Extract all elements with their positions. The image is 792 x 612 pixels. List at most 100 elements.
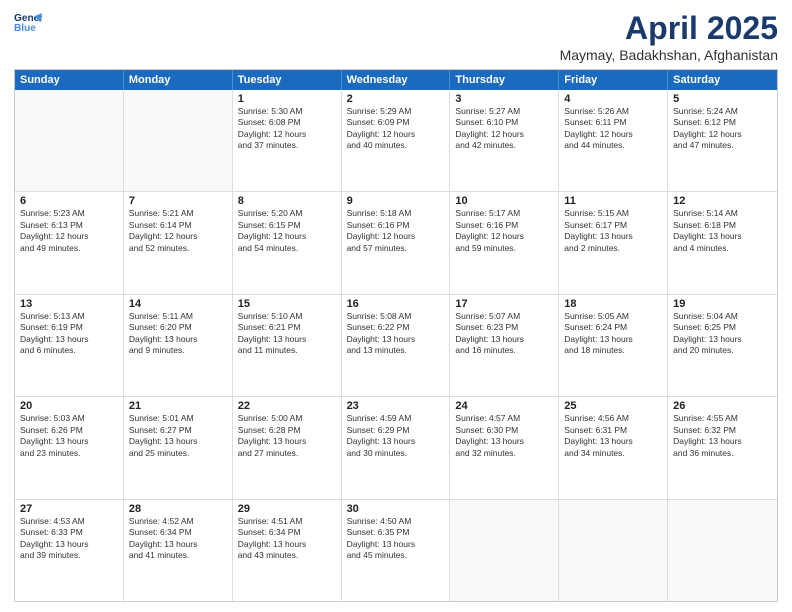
day-number: 27 <box>20 503 118 515</box>
day-number: 18 <box>564 298 662 310</box>
day-info: Sunrise: 5:00 AM Sunset: 6:28 PM Dayligh… <box>238 413 336 459</box>
calendar-body: 1Sunrise: 5:30 AM Sunset: 6:08 PM Daylig… <box>15 90 777 601</box>
day-info: Sunrise: 5:13 AM Sunset: 6:19 PM Dayligh… <box>20 311 118 357</box>
day-info: Sunrise: 5:18 AM Sunset: 6:16 PM Dayligh… <box>347 208 445 254</box>
calendar-cell: 29Sunrise: 4:51 AM Sunset: 6:34 PM Dayli… <box>233 500 342 601</box>
calendar-cell: 22Sunrise: 5:00 AM Sunset: 6:28 PM Dayli… <box>233 397 342 498</box>
calendar: SundayMondayTuesdayWednesdayThursdayFrid… <box>14 69 778 602</box>
day-number: 2 <box>347 93 445 105</box>
day-info: Sunrise: 5:10 AM Sunset: 6:21 PM Dayligh… <box>238 311 336 357</box>
calendar-row: 20Sunrise: 5:03 AM Sunset: 6:26 PM Dayli… <box>15 397 777 499</box>
weekday-header: Sunday <box>15 70 124 90</box>
day-info: Sunrise: 5:08 AM Sunset: 6:22 PM Dayligh… <box>347 311 445 357</box>
calendar-row: 27Sunrise: 4:53 AM Sunset: 6:33 PM Dayli… <box>15 500 777 601</box>
day-number: 30 <box>347 503 445 515</box>
calendar-cell: 1Sunrise: 5:30 AM Sunset: 6:08 PM Daylig… <box>233 90 342 191</box>
calendar-cell: 15Sunrise: 5:10 AM Sunset: 6:21 PM Dayli… <box>233 295 342 396</box>
day-number: 13 <box>20 298 118 310</box>
day-number: 22 <box>238 400 336 412</box>
day-number: 20 <box>20 400 118 412</box>
svg-text:Blue: Blue <box>14 23 36 34</box>
calendar-cell <box>124 90 233 191</box>
logo: General Blue <box>14 10 42 38</box>
day-info: Sunrise: 5:07 AM Sunset: 6:23 PM Dayligh… <box>455 311 553 357</box>
calendar-cell: 11Sunrise: 5:15 AM Sunset: 6:17 PM Dayli… <box>559 192 668 293</box>
day-info: Sunrise: 4:53 AM Sunset: 6:33 PM Dayligh… <box>20 516 118 562</box>
weekday-header: Wednesday <box>342 70 451 90</box>
day-number: 12 <box>673 195 772 207</box>
calendar-cell: 25Sunrise: 4:56 AM Sunset: 6:31 PM Dayli… <box>559 397 668 498</box>
weekday-header: Thursday <box>450 70 559 90</box>
day-info: Sunrise: 5:20 AM Sunset: 6:15 PM Dayligh… <box>238 208 336 254</box>
calendar-cell: 21Sunrise: 5:01 AM Sunset: 6:27 PM Dayli… <box>124 397 233 498</box>
day-info: Sunrise: 5:01 AM Sunset: 6:27 PM Dayligh… <box>129 413 227 459</box>
calendar-cell: 18Sunrise: 5:05 AM Sunset: 6:24 PM Dayli… <box>559 295 668 396</box>
day-info: Sunrise: 5:14 AM Sunset: 6:18 PM Dayligh… <box>673 208 772 254</box>
day-number: 28 <box>129 503 227 515</box>
calendar-cell: 6Sunrise: 5:23 AM Sunset: 6:13 PM Daylig… <box>15 192 124 293</box>
day-number: 24 <box>455 400 553 412</box>
day-info: Sunrise: 4:56 AM Sunset: 6:31 PM Dayligh… <box>564 413 662 459</box>
day-number: 25 <box>564 400 662 412</box>
page: General Blue April 2025 Maymay, Badakhsh… <box>0 0 792 612</box>
day-number: 9 <box>347 195 445 207</box>
calendar-cell: 24Sunrise: 4:57 AM Sunset: 6:30 PM Dayli… <box>450 397 559 498</box>
day-info: Sunrise: 5:15 AM Sunset: 6:17 PM Dayligh… <box>564 208 662 254</box>
calendar-row: 1Sunrise: 5:30 AM Sunset: 6:08 PM Daylig… <box>15 90 777 192</box>
day-info: Sunrise: 5:11 AM Sunset: 6:20 PM Dayligh… <box>129 311 227 357</box>
main-title: April 2025 <box>560 10 778 47</box>
day-info: Sunrise: 4:51 AM Sunset: 6:34 PM Dayligh… <box>238 516 336 562</box>
day-info: Sunrise: 5:03 AM Sunset: 6:26 PM Dayligh… <box>20 413 118 459</box>
calendar-cell: 26Sunrise: 4:55 AM Sunset: 6:32 PM Dayli… <box>668 397 777 498</box>
calendar-cell: 8Sunrise: 5:20 AM Sunset: 6:15 PM Daylig… <box>233 192 342 293</box>
day-info: Sunrise: 5:26 AM Sunset: 6:11 PM Dayligh… <box>564 106 662 152</box>
calendar-cell: 20Sunrise: 5:03 AM Sunset: 6:26 PM Dayli… <box>15 397 124 498</box>
calendar-cell: 10Sunrise: 5:17 AM Sunset: 6:16 PM Dayli… <box>450 192 559 293</box>
day-number: 16 <box>347 298 445 310</box>
title-block: April 2025 Maymay, Badakhshan, Afghanist… <box>560 10 778 63</box>
day-number: 3 <box>455 93 553 105</box>
calendar-row: 6Sunrise: 5:23 AM Sunset: 6:13 PM Daylig… <box>15 192 777 294</box>
day-info: Sunrise: 5:17 AM Sunset: 6:16 PM Dayligh… <box>455 208 553 254</box>
day-number: 21 <box>129 400 227 412</box>
day-number: 14 <box>129 298 227 310</box>
calendar-cell: 9Sunrise: 5:18 AM Sunset: 6:16 PM Daylig… <box>342 192 451 293</box>
calendar-cell <box>450 500 559 601</box>
day-number: 7 <box>129 195 227 207</box>
calendar-cell: 3Sunrise: 5:27 AM Sunset: 6:10 PM Daylig… <box>450 90 559 191</box>
day-number: 11 <box>564 195 662 207</box>
calendar-cell: 4Sunrise: 5:26 AM Sunset: 6:11 PM Daylig… <box>559 90 668 191</box>
calendar-cell: 16Sunrise: 5:08 AM Sunset: 6:22 PM Dayli… <box>342 295 451 396</box>
calendar-cell: 30Sunrise: 4:50 AM Sunset: 6:35 PM Dayli… <box>342 500 451 601</box>
calendar-cell <box>15 90 124 191</box>
calendar-cell <box>668 500 777 601</box>
calendar-cell: 17Sunrise: 5:07 AM Sunset: 6:23 PM Dayli… <box>450 295 559 396</box>
calendar-cell: 28Sunrise: 4:52 AM Sunset: 6:34 PM Dayli… <box>124 500 233 601</box>
day-number: 23 <box>347 400 445 412</box>
logo-icon: General Blue <box>14 10 42 38</box>
day-info: Sunrise: 5:29 AM Sunset: 6:09 PM Dayligh… <box>347 106 445 152</box>
day-info: Sunrise: 4:57 AM Sunset: 6:30 PM Dayligh… <box>455 413 553 459</box>
day-number: 26 <box>673 400 772 412</box>
day-info: Sunrise: 5:30 AM Sunset: 6:08 PM Dayligh… <box>238 106 336 152</box>
calendar-cell: 5Sunrise: 5:24 AM Sunset: 6:12 PM Daylig… <box>668 90 777 191</box>
calendar-header: SundayMondayTuesdayWednesdayThursdayFrid… <box>15 70 777 90</box>
calendar-cell: 14Sunrise: 5:11 AM Sunset: 6:20 PM Dayli… <box>124 295 233 396</box>
day-number: 4 <box>564 93 662 105</box>
day-number: 29 <box>238 503 336 515</box>
weekday-header: Friday <box>559 70 668 90</box>
day-info: Sunrise: 5:23 AM Sunset: 6:13 PM Dayligh… <box>20 208 118 254</box>
header: General Blue April 2025 Maymay, Badakhsh… <box>14 10 778 63</box>
day-number: 6 <box>20 195 118 207</box>
day-number: 17 <box>455 298 553 310</box>
day-number: 19 <box>673 298 772 310</box>
subtitle: Maymay, Badakhshan, Afghanistan <box>560 47 778 63</box>
day-number: 8 <box>238 195 336 207</box>
day-info: Sunrise: 5:05 AM Sunset: 6:24 PM Dayligh… <box>564 311 662 357</box>
day-info: Sunrise: 4:50 AM Sunset: 6:35 PM Dayligh… <box>347 516 445 562</box>
day-info: Sunrise: 4:52 AM Sunset: 6:34 PM Dayligh… <box>129 516 227 562</box>
day-info: Sunrise: 5:21 AM Sunset: 6:14 PM Dayligh… <box>129 208 227 254</box>
calendar-cell: 13Sunrise: 5:13 AM Sunset: 6:19 PM Dayli… <box>15 295 124 396</box>
day-number: 5 <box>673 93 772 105</box>
day-number: 15 <box>238 298 336 310</box>
